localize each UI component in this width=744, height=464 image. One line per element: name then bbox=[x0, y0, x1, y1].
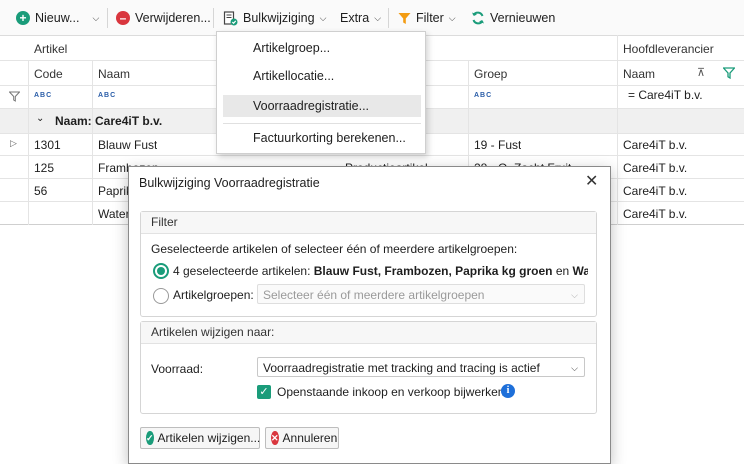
option1-prefix: 4 geselecteerde artikelen: bbox=[173, 264, 314, 278]
stock-select[interactable]: Voorraadregistratie met tracking and tra… bbox=[257, 357, 585, 377]
refresh-icon bbox=[472, 11, 484, 25]
cancel-label: Annuleren bbox=[282, 431, 338, 445]
cell-code: 1301 bbox=[34, 138, 61, 152]
filter-instruction: Geselecteerde artikelen of selecteer één… bbox=[151, 242, 518, 256]
filter-supplier-input[interactable]: = Care4iT b.v. bbox=[628, 88, 703, 102]
article-groups-placeholder: Selecteer één of meerdere artikelgroepen bbox=[263, 288, 485, 302]
article-groups-label: Artikelgroepen: bbox=[173, 288, 254, 302]
bulk-change-dialog: Bulkwijziging Voorraadregistratie ✕ Filt… bbox=[128, 166, 611, 464]
option1-more: Wa... bbox=[572, 264, 589, 278]
funnel-icon bbox=[398, 12, 411, 24]
filter-group: Filter Geselecteerde artikelen of select… bbox=[140, 211, 597, 317]
article-groups-radio[interactable] bbox=[153, 288, 169, 304]
collapse-icon[interactable]: ⌄ bbox=[36, 113, 44, 124]
option1-items: Blauw Fust, Frambozen, Paprika kg groen bbox=[313, 264, 553, 278]
cell-code: 56 bbox=[34, 184, 48, 198]
delete-button[interactable]: – Verwijderen... bbox=[116, 8, 211, 28]
menu-item-artikellocatie[interactable]: Artikellocatie... bbox=[253, 69, 334, 83]
band-hoofdleverancier: Hoofdleverancier bbox=[623, 42, 714, 56]
cell-lev: Care4iT b.v. bbox=[623, 207, 688, 221]
stock-value: Voorraadregistratie met tracking and tra… bbox=[263, 361, 540, 375]
update-open-orders-label[interactable]: Openstaande inkoop en verkoop bijwerken bbox=[277, 385, 504, 399]
column-header-lev-naam[interactable]: Naam bbox=[623, 67, 655, 81]
filter-group-title: Filter bbox=[141, 212, 596, 234]
group-row-label: Naam: Care4iT b.v. bbox=[55, 114, 163, 128]
change-group: Artikelen wijzigen naar: Voorraad: Voorr… bbox=[140, 321, 597, 414]
column-header-naam[interactable]: Naam bbox=[98, 67, 130, 81]
cell-naam: Blauw Fust bbox=[98, 138, 158, 152]
column-filter-icon[interactable] bbox=[723, 67, 735, 79]
toolbar-divider bbox=[388, 8, 389, 28]
info-icon[interactable]: i bbox=[501, 384, 515, 398]
chevron-down-icon: ⌵ bbox=[448, 13, 456, 23]
selected-articles-radio[interactable] bbox=[153, 263, 169, 279]
filter-row-icon bbox=[9, 91, 20, 102]
update-open-orders-checkbox[interactable]: ✓ bbox=[257, 385, 271, 399]
cancel-button[interactable]: ✕ Annuleren bbox=[265, 427, 339, 449]
toolbar-divider bbox=[213, 8, 214, 28]
bulk-change-label: Bulkwijziging bbox=[243, 11, 315, 25]
row-indicator-icon: ▷ bbox=[10, 138, 17, 148]
chevron-down-icon: ⌵ bbox=[571, 290, 578, 300]
menu-item-artikelgroep[interactable]: Artikelgroep... bbox=[253, 41, 330, 55]
plus-icon: + bbox=[16, 11, 30, 25]
delete-label: Verwijderen... bbox=[135, 11, 211, 25]
filter-label: Filter bbox=[416, 11, 444, 25]
refresh-label: Vernieuwen bbox=[490, 11, 556, 25]
new-label: Nieuw... bbox=[35, 11, 80, 25]
cell-naam: Water bbox=[98, 207, 130, 221]
cell-lev: Care4iT b.v. bbox=[623, 184, 688, 198]
cancel-icon: ✕ bbox=[271, 431, 279, 445]
filter-naam-input[interactable]: ABC bbox=[98, 92, 116, 99]
bulk-change-menu: Artikelgroep... Artikellocatie... Voorra… bbox=[216, 31, 426, 154]
bulk-change-button[interactable]: Bulkwijziging ⌵ bbox=[223, 8, 326, 28]
chevron-down-icon: ⌵ bbox=[571, 363, 578, 373]
extra-label: Extra bbox=[340, 11, 370, 25]
change-group-title: Artikelen wijzigen naar: bbox=[141, 322, 596, 344]
toolbar-divider bbox=[107, 8, 108, 28]
close-icon[interactable]: ✕ bbox=[585, 171, 598, 191]
cell-lev: Care4iT b.v. bbox=[623, 161, 688, 175]
band-artikel: Artikel bbox=[34, 42, 68, 56]
chevron-down-icon: ⌵ bbox=[92, 13, 100, 23]
chevron-down-icon: ⌵ bbox=[319, 13, 327, 23]
dialog-title: Bulkwijziging Voorraadregistratie bbox=[139, 176, 320, 190]
filter-code-input[interactable]: ABC bbox=[34, 92, 52, 99]
column-header-groep[interactable]: Groep bbox=[474, 67, 507, 81]
selected-articles-label[interactable]: 4 geselecteerde artikelen: Blauw Fust, F… bbox=[173, 264, 588, 278]
extra-button[interactable]: Extra ⌵ bbox=[340, 8, 381, 28]
cell-code: 125 bbox=[34, 161, 55, 175]
menu-separator bbox=[223, 123, 421, 124]
minus-icon: – bbox=[116, 11, 130, 25]
cell-lev: Care4iT b.v. bbox=[623, 138, 688, 152]
filter-button[interactable]: Filter ⌵ bbox=[398, 8, 456, 28]
apply-changes-button[interactable]: ✓ Artikelen wijzigen... bbox=[140, 427, 260, 449]
article-groups-select[interactable]: Selecteer één of meerdere artikelgroepen… bbox=[257, 284, 585, 304]
new-button[interactable]: + Nieuw... ⌵ bbox=[16, 8, 99, 28]
column-header-code[interactable]: Code bbox=[34, 67, 63, 81]
stock-label: Voorraad: bbox=[151, 362, 204, 376]
option1-and: en bbox=[552, 264, 573, 278]
apply-changes-label: Artikelen wijzigen... bbox=[157, 431, 261, 445]
sort-icon[interactable]: ⊼ bbox=[697, 66, 705, 79]
check-icon: ✓ bbox=[146, 431, 154, 445]
menu-item-factuurkorting[interactable]: Factuurkorting berekenen... bbox=[253, 131, 406, 145]
filter-groep-input[interactable]: ABC bbox=[474, 92, 492, 99]
document-check-icon bbox=[223, 10, 238, 25]
menu-item-voorraadregistratie[interactable]: Voorraadregistratie... bbox=[253, 99, 369, 113]
refresh-button[interactable]: Vernieuwen bbox=[471, 8, 555, 28]
cell-groep: 19 - Fust bbox=[474, 138, 522, 152]
chevron-down-icon: ⌵ bbox=[374, 13, 382, 23]
